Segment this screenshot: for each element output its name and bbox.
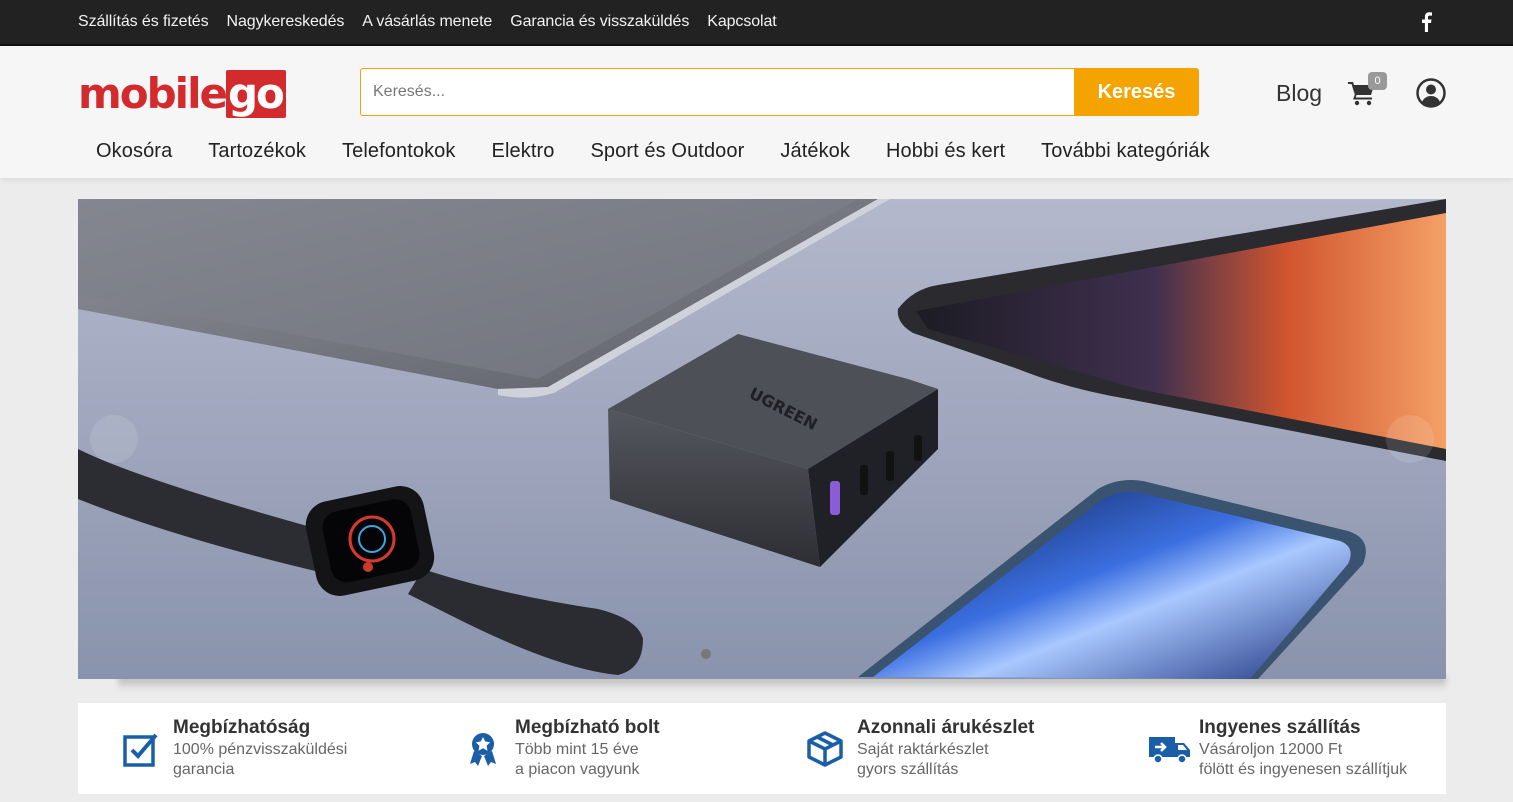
logo-text-go: go (225, 70, 286, 118)
feature-title: Megbízhatóság (173, 717, 311, 738)
nav-item-electro[interactable]: Elektro (492, 140, 555, 163)
feature-title: Azonnali árukészlet (857, 717, 1035, 738)
slider-next-button[interactable] (1386, 415, 1434, 463)
top-bar: Szállítás és fizetés Nagykereskedés A vá… (0, 0, 1513, 46)
box-icon (807, 731, 843, 767)
top-links: Szállítás és fizetés Nagykereskedés A vá… (78, 0, 777, 44)
top-link-wholesale[interactable]: Nagykereskedés (227, 13, 345, 31)
site-header: mobile go Keresés Blog 0 Okosóra Tartozé… (0, 46, 1513, 178)
nav-item-toys[interactable]: Játékok (780, 140, 850, 163)
nav-item-more-categories[interactable]: További kategóriák (1041, 140, 1210, 163)
hero-banner[interactable]: UGREEN (78, 199, 1446, 679)
nav-item-smartwatch[interactable]: Okosóra (96, 140, 172, 163)
award-ribbon-icon (470, 733, 496, 766)
feature-line2: a piacon vagyunk (515, 761, 640, 778)
feature-line2: gyors szállítás (857, 761, 959, 778)
site-logo[interactable]: mobile go (78, 66, 286, 118)
facebook-icon[interactable] (1419, 12, 1433, 32)
search-button[interactable]: Keresés (1074, 68, 1199, 116)
hero-product-image: UGREEN (78, 199, 1446, 679)
blog-link[interactable]: Blog (1276, 80, 1322, 107)
nav-item-accessories[interactable]: Tartozékok (208, 140, 306, 163)
top-link-shipping[interactable]: Szállítás és fizetés (78, 13, 209, 31)
cart-count-badge: 0 (1368, 72, 1387, 90)
feature-line1: Több mint 15 éve (515, 741, 639, 758)
slider-prev-button[interactable] (90, 415, 138, 463)
delivery-truck-icon (1149, 737, 1190, 764)
feature-line1: Vásároljon 12000 Ft (1199, 741, 1343, 758)
feature-title: Megbízható bolt (515, 717, 660, 738)
nav-item-sport-outdoor[interactable]: Sport és Outdoor (590, 140, 744, 163)
nav-item-hobby-garden[interactable]: Hobbi és kert (886, 140, 1005, 163)
feature-line2: fölött és ingyenesen szállítjuk (1199, 761, 1408, 778)
logo-text-mobile: mobile (78, 69, 228, 118)
search-bar: Keresés (360, 68, 1199, 116)
top-link-contact[interactable]: Kapcsolat (707, 13, 776, 31)
category-nav: Okosóra Tartozékok Telefontokok Elektro … (96, 140, 1246, 163)
nav-item-phone-cases[interactable]: Telefontokok (342, 140, 456, 163)
top-link-warranty[interactable]: Garancia és visszaküldés (510, 13, 689, 31)
feature-line1: Saját raktárkészlet (857, 741, 989, 758)
checkbox-icon (123, 733, 158, 767)
feature-line2: garancia (173, 761, 235, 778)
feature-title: Ingyenes szállítás (1199, 717, 1361, 738)
feature-line1: 100% pénzvisszaküldési (173, 741, 348, 758)
user-circle-icon[interactable] (1416, 78, 1446, 108)
top-link-purchase-process[interactable]: A vásárlás menete (362, 13, 492, 31)
search-input[interactable] (360, 68, 1074, 116)
feature-strip: Megbízhatóság 100% pénzvisszaküldési gar… (78, 703, 1446, 794)
